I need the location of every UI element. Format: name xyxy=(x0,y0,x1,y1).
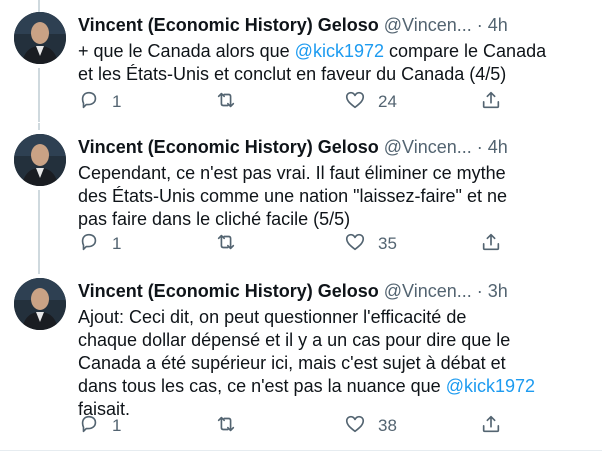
author-handle[interactable]: @Vincen... xyxy=(384,137,472,157)
tweet-1[interactable]: Vincent (Economic History) Geloso @Vince… xyxy=(0,12,602,122)
share-button[interactable] xyxy=(480,412,502,440)
share-icon xyxy=(480,231,502,258)
like-button[interactable]: 38 xyxy=(344,412,397,440)
timestamp[interactable]: 4h xyxy=(488,15,508,35)
reply-button[interactable]: 1 xyxy=(78,88,121,116)
retweet-icon xyxy=(215,413,237,440)
avatar[interactable] xyxy=(14,12,66,64)
heart-icon xyxy=(344,413,366,440)
tweet-3[interactable]: Vincent (Economic History) Geloso @Vince… xyxy=(0,278,602,446)
tweet-actions: 1 35 xyxy=(70,230,510,258)
mention-link[interactable]: @kick1972 xyxy=(446,376,535,396)
timestamp[interactable]: 4h xyxy=(488,137,508,157)
share-icon xyxy=(480,89,502,116)
share-button[interactable] xyxy=(480,230,502,258)
like-count: 35 xyxy=(378,234,397,253)
reply-icon xyxy=(78,231,100,258)
reply-count: 1 xyxy=(112,416,122,435)
tweet-text: + que le Canada alors que @kick1972 comp… xyxy=(78,40,593,86)
tweet-header: Vincent (Economic History) Geloso @Vince… xyxy=(78,136,590,158)
retweet-button[interactable] xyxy=(215,230,249,258)
tweet-actions: 1 38 xyxy=(70,412,510,440)
tweet-divider xyxy=(0,122,602,123)
heart-icon xyxy=(344,89,366,116)
reply-button[interactable]: 1 xyxy=(78,230,121,258)
reply-count: 1 xyxy=(112,92,122,111)
heart-icon xyxy=(344,231,366,258)
tweet-text: Cependant, ce n'est pas vrai. Il faut él… xyxy=(78,162,593,231)
separator-dot: · xyxy=(476,281,483,301)
timestamp[interactable]: 3h xyxy=(488,281,508,301)
separator-dot: · xyxy=(476,15,483,35)
separator-dot: · xyxy=(476,137,483,157)
share-icon xyxy=(480,413,502,440)
share-button[interactable] xyxy=(480,88,502,116)
retweet-button[interactable] xyxy=(215,88,249,116)
tweet-2[interactable]: Vincent (Economic History) Geloso @Vince… xyxy=(0,134,602,266)
author-name[interactable]: Vincent (Economic History) Geloso xyxy=(78,15,379,35)
author-name[interactable]: Vincent (Economic History) Geloso xyxy=(78,281,379,301)
text-segment: Cependant, ce n'est pas vrai. Il faut él… xyxy=(78,163,507,229)
bottom-divider xyxy=(0,450,602,451)
author-name[interactable]: Vincent (Economic History) Geloso xyxy=(78,137,379,157)
avatar[interactable] xyxy=(14,134,66,186)
like-button[interactable]: 24 xyxy=(344,88,397,116)
tweet-header: Vincent (Economic History) Geloso @Vince… xyxy=(78,14,590,36)
reply-button[interactable]: 1 xyxy=(78,412,121,440)
author-handle[interactable]: @Vincen... xyxy=(384,281,472,301)
reply-icon xyxy=(78,89,100,116)
tweet-header: Vincent (Economic History) Geloso @Vince… xyxy=(78,280,590,302)
thread-line-top xyxy=(38,0,40,12)
reply-icon xyxy=(78,413,100,440)
retweet-icon xyxy=(215,89,237,116)
like-button[interactable]: 35 xyxy=(344,230,397,258)
retweet-icon xyxy=(215,231,237,258)
mention-link[interactable]: @kick1972 xyxy=(295,41,384,61)
reply-count: 1 xyxy=(112,234,122,253)
like-count: 24 xyxy=(378,92,397,111)
text-segment: + que le Canada alors que xyxy=(78,41,295,61)
tweet-actions: 1 24 xyxy=(70,88,510,116)
avatar[interactable] xyxy=(14,278,66,330)
author-handle[interactable]: @Vincen... xyxy=(384,15,472,35)
retweet-button[interactable] xyxy=(215,412,249,440)
tweet-text: Ajout: Ceci dit, on peut questionner l'e… xyxy=(78,306,593,421)
like-count: 38 xyxy=(378,416,397,435)
